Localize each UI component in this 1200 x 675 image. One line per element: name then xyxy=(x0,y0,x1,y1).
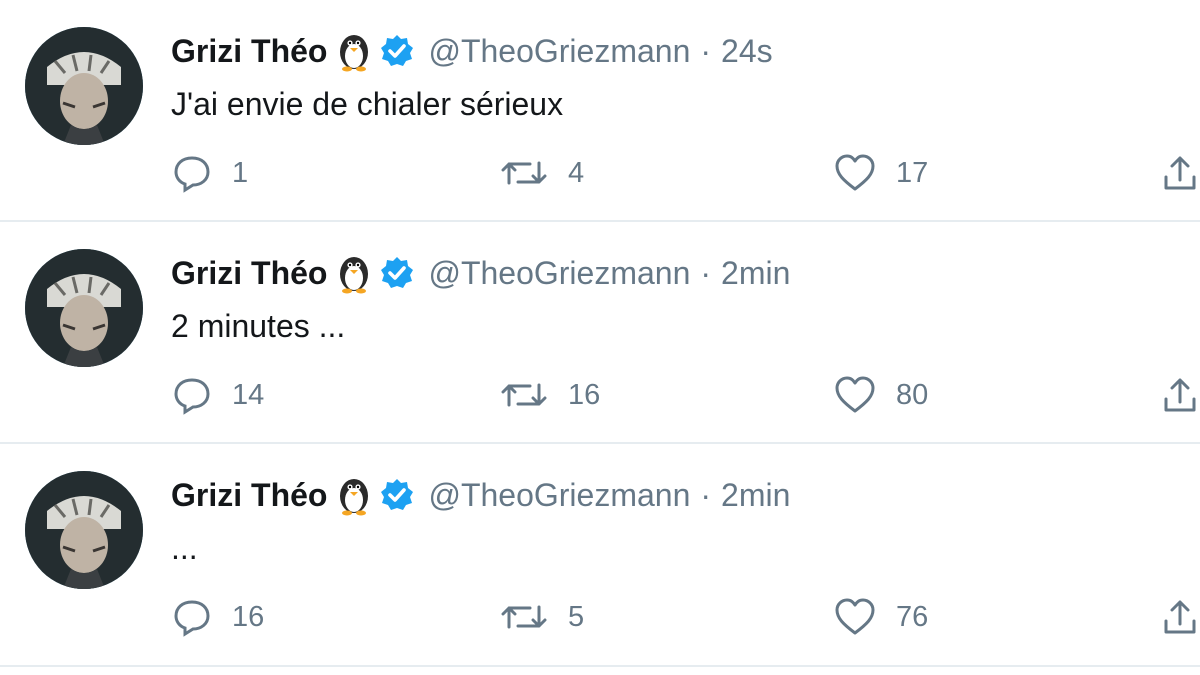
tweet[interactable]: Grizi Théo @TheoGriezmann · 2m xyxy=(0,222,1200,444)
retweet-icon xyxy=(500,597,548,637)
reply-icon xyxy=(172,375,212,415)
share-icon xyxy=(1160,375,1200,415)
tweet-actions: 16 5 76 xyxy=(0,592,1200,642)
tweet-timestamp[interactable]: 2min xyxy=(721,474,790,516)
tweet-text: J'ai envie de chialer sérieux xyxy=(171,86,564,122)
tweet-header: Grizi Théo @TheoGriezmann · 24s xyxy=(171,30,773,72)
tweet-actions: 1 4 17 xyxy=(0,148,1200,198)
tweet-text: 2 minutes ... xyxy=(171,308,346,344)
reply-button[interactable]: 14 xyxy=(172,370,264,420)
retweet-button[interactable]: 16 xyxy=(500,370,600,420)
retweet-count: 4 xyxy=(568,156,585,189)
like-count: 80 xyxy=(896,378,929,411)
author-name[interactable]: Grizi Théo xyxy=(171,252,327,294)
reply-icon xyxy=(172,597,212,637)
tweet-timeline: Grizi Théo @TheoGriezmann · 24s J'ai env… xyxy=(0,0,1200,675)
tweet[interactable]: Grizi Théo @TheoGriezmann · 2m xyxy=(0,444,1200,667)
tweet[interactable]: Grizi Théo @TheoGriezmann · 24s J'ai env… xyxy=(0,0,1200,222)
penguin-emoji-icon xyxy=(335,252,373,294)
reply-count: 16 xyxy=(232,600,265,633)
tweet-timestamp[interactable]: 2min xyxy=(721,252,790,294)
penguin-emoji-icon xyxy=(335,30,373,72)
retweet-count: 5 xyxy=(568,600,585,633)
retweet-button[interactable]: 5 xyxy=(500,592,584,642)
avatar[interactable] xyxy=(25,471,143,589)
tweet-header: Grizi Théo @TheoGriezmann · 2min xyxy=(171,474,790,516)
avatar[interactable] xyxy=(25,27,143,145)
share-button[interactable] xyxy=(1160,370,1200,420)
reply-count: 1 xyxy=(232,156,249,189)
author-name[interactable]: Grizi Théo xyxy=(171,30,327,72)
heart-icon xyxy=(834,153,876,193)
like-button[interactable]: 80 xyxy=(834,370,928,420)
tweet-header: Grizi Théo @TheoGriezmann · 2min xyxy=(171,252,790,294)
like-count: 76 xyxy=(896,600,929,633)
share-icon xyxy=(1160,153,1200,193)
author-handle[interactable]: @TheoGriezmann xyxy=(428,252,690,294)
heart-icon xyxy=(834,375,876,415)
author-handle[interactable]: @TheoGriezmann xyxy=(428,474,690,516)
share-icon xyxy=(1160,597,1200,637)
retweet-icon xyxy=(500,375,548,415)
verified-badge-icon xyxy=(380,256,414,290)
retweet-count: 16 xyxy=(568,378,601,411)
reply-button[interactable]: 16 xyxy=(172,592,264,642)
reply-icon xyxy=(172,153,212,193)
like-button[interactable]: 17 xyxy=(834,148,928,198)
tweet-actions: 14 16 80 xyxy=(0,370,1200,420)
reply-count: 14 xyxy=(232,378,265,411)
tweet-text: ... xyxy=(171,530,198,566)
separator-dot: · xyxy=(700,33,712,69)
heart-icon xyxy=(834,597,876,637)
avatar[interactable] xyxy=(25,249,143,367)
retweet-icon xyxy=(500,153,548,193)
share-button[interactable] xyxy=(1160,592,1200,642)
penguin-emoji-icon xyxy=(335,474,373,516)
retweet-button[interactable]: 4 xyxy=(500,148,584,198)
author-name[interactable]: Grizi Théo xyxy=(171,474,327,516)
verified-badge-icon xyxy=(380,34,414,68)
reply-button[interactable]: 1 xyxy=(172,148,248,198)
author-handle[interactable]: @TheoGriezmann xyxy=(428,30,690,72)
share-button[interactable] xyxy=(1160,148,1200,198)
verified-badge-icon xyxy=(380,478,414,512)
separator-dot: · xyxy=(700,477,712,513)
like-count: 17 xyxy=(896,156,929,189)
like-button[interactable]: 76 xyxy=(834,592,928,642)
tweet-timestamp[interactable]: 24s xyxy=(721,30,773,72)
separator-dot: · xyxy=(700,255,712,291)
